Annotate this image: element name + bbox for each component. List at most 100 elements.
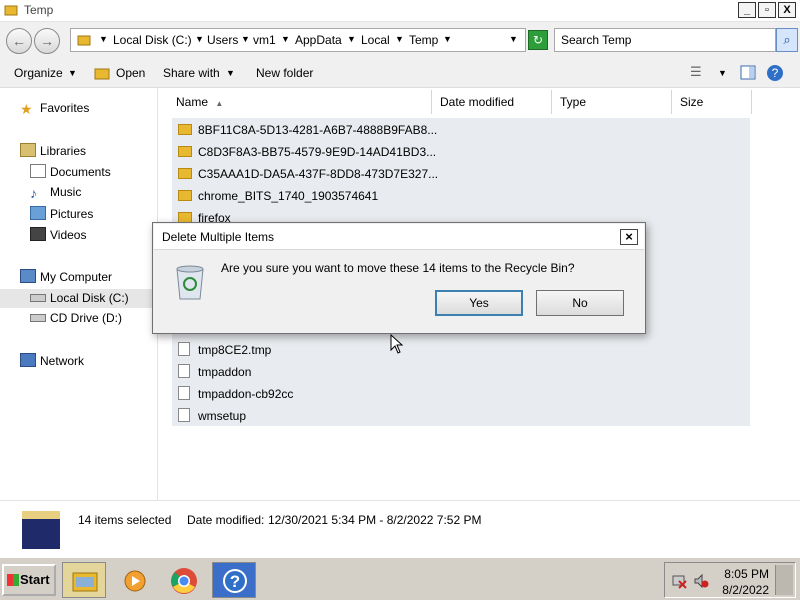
share-with-button[interactable]: Share with xyxy=(163,66,220,80)
list-item[interactable]: tmpaddon xyxy=(178,362,251,382)
file-name: tmpaddon xyxy=(198,365,252,379)
list-item[interactable]: chrome_BITS_1740_1903574641 xyxy=(178,186,378,206)
view-options-icon[interactable]: ☰ xyxy=(690,64,702,80)
nav-cd-drive[interactable]: CD Drive (D:) xyxy=(30,311,122,329)
preview-pane-icon[interactable] xyxy=(740,65,756,80)
column-header-size[interactable]: Size xyxy=(672,90,752,114)
file-name: chrome_BITS_1740_1903574641 xyxy=(198,189,379,203)
folder-icon xyxy=(178,168,192,179)
windows-logo-icon xyxy=(7,574,19,586)
nav-pictures[interactable]: Pictures xyxy=(30,206,93,224)
clock-date[interactable]: 8/2/2022 xyxy=(722,583,769,597)
nav-label: Documents xyxy=(50,165,111,179)
network-error-icon[interactable] xyxy=(671,573,687,589)
media-player-icon xyxy=(124,570,146,592)
open-button[interactable]: Open xyxy=(116,66,145,80)
file-icon xyxy=(178,342,190,356)
list-item[interactable]: C35AAA1D-DA5A-437F-8DD8-473D7E327... xyxy=(178,164,438,184)
nav-label: Libraries xyxy=(40,144,87,158)
chevron-down-icon[interactable]: ▼ xyxy=(281,34,290,44)
chevron-down-icon[interactable]: ▼ xyxy=(443,34,452,44)
no-button[interactable]: No xyxy=(536,290,624,316)
chevron-down-icon[interactable]: ▼ xyxy=(347,34,356,44)
dialog-close-button[interactable]: × xyxy=(620,229,638,245)
folder-icon xyxy=(178,124,192,135)
media-player-taskbar-button[interactable] xyxy=(112,562,156,598)
nav-label: Music xyxy=(50,185,82,199)
breadcrumb-users[interactable]: Users xyxy=(207,33,238,47)
column-header-date[interactable]: Date modified xyxy=(432,90,552,114)
list-item[interactable]: tmp8CE2.tmp xyxy=(178,340,271,360)
search-input[interactable]: Search Temp xyxy=(554,28,776,52)
documents-icon xyxy=(30,164,46,178)
dialog-title: Delete Multiple Items xyxy=(162,230,275,244)
folder-icon xyxy=(4,5,18,16)
list-item[interactable]: 8BF11C8A-5D13-4281-A6B7-4888B9FAB8... xyxy=(178,120,437,140)
chevron-down-icon[interactable]: ▼ xyxy=(195,34,204,44)
help-taskbar-button[interactable]: ? xyxy=(212,562,256,598)
list-item[interactable]: wmsetup xyxy=(178,406,246,426)
folder-icon xyxy=(72,572,98,592)
close-window-button[interactable]: X xyxy=(778,2,796,18)
back-button[interactable]: ← xyxy=(6,28,32,54)
chevron-down-icon[interactable]: ▼ xyxy=(99,34,108,44)
chevron-down-icon[interactable]: ▼ xyxy=(718,68,727,78)
list-item[interactable]: tmpaddon-cb92cc xyxy=(178,384,293,404)
cd-drive-icon xyxy=(30,314,46,322)
breadcrumb-local-disk[interactable]: Local Disk (C:) xyxy=(113,33,192,47)
chevron-down-icon[interactable]: ▼ xyxy=(395,34,404,44)
address-dropdown-icon[interactable]: ▼ xyxy=(509,34,518,44)
yes-button[interactable]: Yes xyxy=(435,290,523,316)
forward-button[interactable]: → xyxy=(34,28,60,54)
nav-libraries[interactable]: Libraries xyxy=(20,143,86,161)
column-label: Name xyxy=(176,95,209,109)
details-pane: 14 items selected Date modified: 12/30/2… xyxy=(0,500,800,556)
refresh-button[interactable]: ↻ xyxy=(528,30,548,50)
clock-time[interactable]: 8:05 PM xyxy=(724,567,769,581)
chevron-down-icon[interactable]: ▼ xyxy=(226,68,235,78)
nav-documents[interactable]: Documents xyxy=(30,164,111,182)
address-field[interactable]: ▼ Local Disk (C:) ▼ Users ▼ vm1 ▼ AppDat… xyxy=(70,28,526,52)
nav-label: CD Drive (D:) xyxy=(50,311,122,325)
chrome-taskbar-button[interactable] xyxy=(162,562,206,598)
volume-muted-icon[interactable] xyxy=(693,573,709,589)
breadcrumb-local[interactable]: Local xyxy=(361,33,390,47)
nav-favorites[interactable]: ★ Favorites xyxy=(20,101,89,119)
computer-icon xyxy=(20,269,36,283)
file-icon xyxy=(178,408,190,422)
column-header-name[interactable]: Name ▲ xyxy=(168,90,432,114)
breadcrumb-vm1[interactable]: vm1 xyxy=(253,33,276,47)
column-header-type[interactable]: Type xyxy=(552,90,672,114)
maximize-button[interactable]: ▫ xyxy=(758,2,776,18)
sort-up-icon: ▲ xyxy=(215,99,224,108)
search-icon[interactable]: ⌕ xyxy=(776,28,798,52)
file-name: tmp8CE2.tmp xyxy=(198,343,272,357)
nav-my-computer[interactable]: My Computer xyxy=(20,269,112,287)
file-icon xyxy=(178,364,190,378)
breadcrumb-appdata[interactable]: AppData xyxy=(295,33,342,47)
explorer-taskbar-button[interactable] xyxy=(62,562,106,598)
show-desktop-button[interactable] xyxy=(775,565,793,595)
organize-button[interactable]: Organize xyxy=(14,66,63,80)
drive-icon xyxy=(30,294,46,302)
nav-label: My Computer xyxy=(40,270,113,284)
nav-music[interactable]: ♪ Music xyxy=(30,185,81,203)
breadcrumb-temp[interactable]: Temp xyxy=(409,33,438,47)
help-icon[interactable]: ? xyxy=(766,64,784,82)
nav-local-disk[interactable]: Local Disk (C:) xyxy=(0,289,158,308)
svg-text:?: ? xyxy=(772,66,779,80)
minimize-button[interactable]: _ xyxy=(738,2,756,18)
delete-dialog: Delete Multiple Items × Are you sure you… xyxy=(152,222,646,334)
address-bar-row: ← → ▼ Local Disk (C:) ▼ Users ▼ vm1 ▼ Ap… xyxy=(0,22,800,58)
chevron-down-icon[interactable]: ▼ xyxy=(241,34,250,44)
new-folder-button[interactable]: New folder xyxy=(256,66,313,80)
nav-label: Favorites xyxy=(40,101,90,115)
start-button[interactable]: Start xyxy=(2,564,56,596)
folder-icon xyxy=(178,146,192,157)
nav-label: Network xyxy=(40,354,85,368)
nav-videos[interactable]: Videos xyxy=(30,227,86,245)
chevron-down-icon[interactable]: ▼ xyxy=(68,68,77,78)
window-title: Temp xyxy=(24,3,54,17)
nav-network[interactable]: Network xyxy=(20,353,84,371)
list-item[interactable]: C8D3F8A3-BB75-4579-9E9D-14AD41BD3... xyxy=(178,142,436,162)
